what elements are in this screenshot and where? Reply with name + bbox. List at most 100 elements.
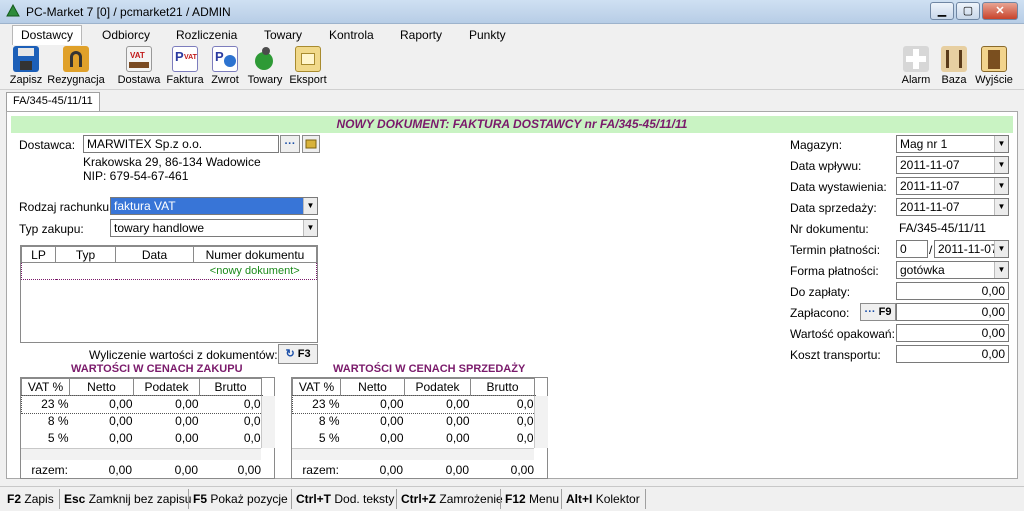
chevron-down-icon[interactable]: ▼ [994, 262, 1008, 278]
chevron-down-icon[interactable]: ▼ [303, 198, 317, 214]
column-header[interactable]: VAT % [21, 378, 70, 396]
toolbar: Zapisz Rezygnacja VAT Dostawa P VAT Fakt… [0, 45, 1024, 90]
packaging-field[interactable]: 0,00 [896, 324, 1009, 342]
menu-towary[interactable]: Towary [258, 27, 308, 43]
base-button[interactable]: Baza [938, 45, 970, 86]
column-header[interactable]: Typ [55, 246, 116, 263]
vertical-scrollbar[interactable] [261, 396, 275, 448]
column-header[interactable]: Brutto [470, 378, 535, 396]
payment-form-select[interactable]: gotówka ▼ [896, 261, 1009, 279]
transport-label: Koszt transportu: [790, 348, 881, 362]
paid-field[interactable]: 0,00 [896, 303, 1009, 321]
paid-button[interactable]: ··· F9 [860, 303, 896, 321]
transport-field[interactable]: 0,00 [896, 345, 1009, 363]
sale-values-table[interactable]: VAT % Netto Podatek Brutto 23 % 0,00 0,0… [291, 377, 548, 479]
table-row[interactable]: 8 % 0,00 0,00 0,0 [22, 413, 262, 430]
status-item[interactable]: Ctrl+Z Zamrożenie [401, 492, 503, 506]
calc-button[interactable]: ↻ F3 [278, 344, 318, 364]
receipt-date-field[interactable]: 2011-11-07 ▼ [896, 156, 1009, 174]
table-row[interactable]: 23 % 0,00 0,00 0,0 [291, 394, 536, 414]
chevron-down-icon[interactable]: ▼ [303, 220, 317, 236]
horizontal-scrollbar[interactable] [292, 448, 534, 460]
status-item[interactable]: Ctrl+T Dod. teksty [296, 492, 394, 506]
menu-raporty[interactable]: Raporty [394, 27, 448, 43]
delivery-button[interactable]: VAT Dostawa [116, 45, 162, 86]
menu-rozliczenia[interactable]: Rozliczenia [170, 27, 243, 43]
table-row[interactable]: <nowy dokument> [21, 262, 317, 280]
minimize-button[interactable]: ▁ [930, 2, 954, 20]
shortcut-key: F5 [193, 492, 208, 506]
payment-form-label: Forma płatności: [790, 264, 879, 278]
payment-term-days-field[interactable]: 0 [896, 240, 928, 258]
sale-date-field[interactable]: 2011-11-07 ▼ [896, 198, 1009, 216]
supplier-edit-button[interactable] [302, 135, 320, 153]
return-button[interactable]: P Zwrot [208, 45, 242, 86]
supplier-field[interactable]: MARWITEX Sp.z o.o. [83, 135, 279, 153]
status-item[interactable]: F2 Zapis [7, 492, 54, 506]
new-document-cell[interactable]: <nowy dokument> [194, 263, 317, 280]
shortcut-text: Zapis [24, 492, 54, 506]
tax-cell: 0,00 [175, 414, 199, 428]
close-button[interactable]: ✕ [982, 2, 1018, 20]
column-header[interactable]: VAT % [292, 378, 341, 396]
chevron-down-icon[interactable]: ▼ [994, 241, 1008, 257]
column-header[interactable]: Data [115, 246, 194, 263]
shortcut-text: Dod. teksty [334, 492, 395, 506]
purchase-values-table[interactable]: VAT % Netto Podatek Brutto 23 % 0,00 0,0… [20, 377, 275, 479]
table-row[interactable]: 8 % 0,00 0,00 0,0 [293, 413, 535, 430]
table-row[interactable]: 5 % 0,00 0,00 0,0 [293, 430, 535, 447]
gross-total: 0,00 [237, 463, 261, 477]
status-item[interactable]: Esc Zamknij bez zapisu [64, 492, 191, 506]
supplier-address: Krakowska 29, 86-134 Wadowice [83, 155, 261, 169]
export-button[interactable]: Eksport [288, 45, 328, 86]
gross-cell: 0,0 [516, 414, 534, 428]
menu-kontrola[interactable]: Kontrola [323, 27, 380, 43]
table-row[interactable]: 23 % 0,00 0,00 0,0 [20, 394, 263, 414]
purchase-type-select[interactable]: towary handlowe ▼ [110, 219, 318, 237]
column-header[interactable]: Brutto [199, 378, 262, 396]
column-header[interactable]: Numer dokumentu [193, 246, 317, 263]
payment-term-date-field[interactable]: 2011-11-07 ▼ [934, 240, 1009, 258]
issue-date-field[interactable]: 2011-11-07 ▼ [896, 177, 1009, 195]
chevron-down-icon[interactable]: ▼ [994, 157, 1008, 173]
chevron-down-icon[interactable]: ▼ [994, 199, 1008, 215]
vertical-scrollbar[interactable] [534, 396, 548, 448]
doc-number-label: Nr dokumentu: [790, 222, 869, 236]
maximize-button[interactable]: ▢ [956, 2, 980, 20]
cancel-button[interactable]: Rezygnacja [47, 45, 105, 86]
account-type-select[interactable]: faktura VAT ▼ [110, 197, 318, 215]
chevron-down-icon[interactable]: ▼ [994, 178, 1008, 194]
menu-bar: Dostawcy Odbiorcy Rozliczenia Towary Kon… [0, 24, 1024, 45]
supplier-nip: NIP: 679-54-67-461 [83, 169, 189, 183]
column-header[interactable]: Podatek [404, 378, 471, 396]
exit-button[interactable]: Wyjście [974, 45, 1014, 86]
net-total: 0,00 [379, 463, 403, 477]
column-header[interactable]: Netto [340, 378, 405, 396]
doc-number-field[interactable]: FA/345-45/11/11 [896, 220, 1009, 238]
payment-term-label: Termin płatności: [790, 243, 881, 257]
supplier-browse-button[interactable]: ··· [280, 135, 300, 153]
gross-cell: 0,0 [243, 414, 261, 428]
warehouse-select[interactable]: Mag nr 1 ▼ [896, 135, 1009, 153]
packaging-label: Wartość opakowań: [790, 327, 895, 341]
return-icon: P [212, 46, 238, 72]
status-item[interactable]: Alt+I Kolektor [566, 492, 640, 506]
menu-punkty[interactable]: Punkty [463, 27, 512, 43]
column-header[interactable]: Podatek [133, 378, 200, 396]
documents-table[interactable]: LP Typ Data Numer dokumentu <nowy dokume… [20, 245, 318, 343]
status-item[interactable]: F12 Menu [505, 492, 559, 506]
menu-odbiorcy[interactable]: Odbiorcy [96, 27, 156, 43]
column-header[interactable]: Netto [69, 378, 134, 396]
horizontal-scrollbar[interactable] [21, 448, 261, 460]
alarm-button[interactable]: Alarm [899, 45, 933, 86]
table-row[interactable]: 5 % 0,00 0,00 0,0 [22, 430, 262, 447]
chevron-down-icon[interactable]: ▼ [994, 136, 1008, 152]
tab-document[interactable]: FA/345-45/11/11 [6, 92, 100, 112]
invoice-button[interactable]: P VAT Faktura [166, 45, 204, 86]
menu-dostawcy[interactable]: Dostawcy [12, 25, 83, 45]
column-header[interactable]: LP [21, 246, 56, 263]
goods-button[interactable]: Towary [246, 45, 284, 86]
save-button[interactable]: Zapisz [8, 45, 44, 86]
status-item[interactable]: F5 Pokaż pozycje [193, 492, 288, 506]
to-pay-field[interactable]: 0,00 [896, 282, 1009, 300]
